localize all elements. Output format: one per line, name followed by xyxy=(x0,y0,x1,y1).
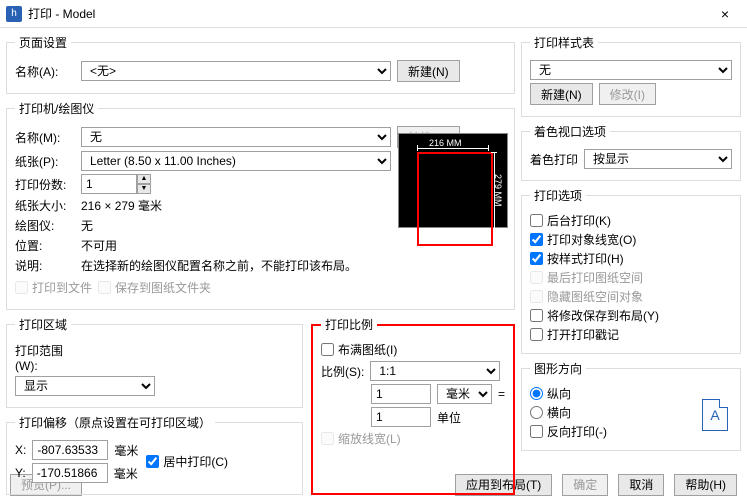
opt-lw-check[interactable]: 打印对象线宽(O) xyxy=(530,231,732,248)
page-setup-legend: 页面设置 xyxy=(15,34,71,51)
copies-input[interactable] xyxy=(81,174,137,194)
desc-label: 说明: xyxy=(15,257,75,274)
help-button[interactable]: 帮助(H) xyxy=(674,474,737,496)
y-input[interactable] xyxy=(32,463,108,483)
paper-label: 纸张(P): xyxy=(15,153,75,170)
y-unit: 毫米 xyxy=(114,465,138,482)
scale-lw-check: 缩放线宽(L) xyxy=(321,430,505,447)
printer-name-label: 名称(M): xyxy=(15,129,75,146)
save-folder-check: 保存到图纸文件夹 xyxy=(98,279,211,296)
opt-style-check[interactable]: 按样式打印(H) xyxy=(530,250,732,267)
print-area-group: 打印区域 打印范围(W): 显示 xyxy=(6,316,303,408)
scale-val2-input[interactable] xyxy=(371,407,431,427)
style-table-group: 打印样式表 无 新建(N) 修改(I) xyxy=(521,34,741,117)
print-scale-group: 打印比例 布满图纸(I) 比例(S): 1:1 毫米 = 单位 缩放线宽(L) xyxy=(311,316,515,495)
range-label: 打印范围(W): xyxy=(15,342,85,373)
orient-legend: 图形方向 xyxy=(530,360,586,377)
preview-top-dim: 216 MM xyxy=(429,138,462,148)
center-check[interactable]: 居中打印(C) xyxy=(146,453,228,470)
range-select[interactable]: 显示 xyxy=(15,376,155,396)
title-bar: h 打印 - Model × xyxy=(0,0,747,28)
fit-check[interactable]: 布满图纸(I) xyxy=(321,341,505,358)
copies-up[interactable]: ▲ xyxy=(137,174,151,184)
area-legend: 打印区域 xyxy=(15,316,71,333)
printer-group: 打印机/绘图仪 名称(M): 无 特性(R) 纸张(P): Letter (8.… xyxy=(6,100,515,310)
orientation-icon: A xyxy=(702,399,728,431)
shade-select[interactable]: 按显示 xyxy=(584,149,732,169)
print-to-file-check: 打印到文件 xyxy=(15,279,92,296)
orientation-group: 图形方向 纵向 横向 反向打印(-) A xyxy=(521,360,741,451)
pagesetup-name-label: 名称(A): xyxy=(15,63,75,80)
app-icon: h xyxy=(6,6,22,22)
eq: = xyxy=(498,387,505,401)
styletable-legend: 打印样式表 xyxy=(530,34,598,51)
plotter-label: 绘图仪: xyxy=(15,217,75,234)
shade-label: 着色打印 xyxy=(530,151,578,168)
page-setup-group: 页面设置 名称(A): <无> 新建(N) xyxy=(6,34,515,94)
x-unit: 毫米 xyxy=(114,442,138,459)
location-value: 不可用 xyxy=(81,237,117,254)
options-legend: 打印选项 xyxy=(530,187,586,204)
preview-right-dim: 279 MM xyxy=(493,174,503,207)
copies-spinner[interactable]: ▲▼ xyxy=(81,174,151,194)
location-label: 位置: xyxy=(15,237,75,254)
x-input[interactable] xyxy=(32,440,108,460)
close-button[interactable]: × xyxy=(709,6,741,22)
papersize-value: 216 × 279 毫米 xyxy=(81,197,162,214)
copies-label: 打印份数: xyxy=(15,176,75,193)
print-offset-group: 打印偏移（原点设置在可打印区域） X: 毫米 Y: 毫米 居中打印(C) xyxy=(6,414,303,495)
opt-bg-check[interactable]: 后台打印(K) xyxy=(530,212,732,229)
desc-value: 在选择新的绘图仪配置名称之前，不能打印该布局。 xyxy=(81,257,357,274)
viewport-legend: 着色视口选项 xyxy=(530,123,610,140)
window-title: 打印 - Model xyxy=(28,5,709,22)
scale-legend: 打印比例 xyxy=(321,316,377,333)
styletable-select[interactable]: 无 xyxy=(530,60,732,80)
ratio-select[interactable]: 1:1 xyxy=(370,361,500,381)
scale-unit1-select[interactable]: 毫米 xyxy=(437,384,492,404)
styletable-new-button[interactable]: 新建(N) xyxy=(530,83,593,105)
offset-legend: 打印偏移（原点设置在可打印区域） xyxy=(15,414,215,431)
cancel-button[interactable]: 取消 xyxy=(618,474,664,496)
print-options-group: 打印选项 后台打印(K) 打印对象线宽(O) 按样式打印(H) 最后打印图纸空间… xyxy=(521,187,741,354)
copies-down[interactable]: ▼ xyxy=(137,184,151,194)
opt-hide-check: 隐藏图纸空间对象 xyxy=(530,288,732,305)
ok-button: 确定 xyxy=(562,474,608,496)
printer-legend: 打印机/绘图仪 xyxy=(15,100,98,117)
x-label: X: xyxy=(15,443,26,457)
scale-val1-input[interactable] xyxy=(371,384,431,404)
opt-paperlast-check: 最后打印图纸空间 xyxy=(530,269,732,286)
viewport-group: 着色视口选项 着色打印按显示 xyxy=(521,123,741,181)
papersize-label: 纸张大小: xyxy=(15,197,75,214)
paper-preview: 216 MM 279 MM xyxy=(398,133,508,228)
opt-save-check[interactable]: 将修改保存到布局(Y) xyxy=(530,307,732,324)
pagesetup-new-button[interactable]: 新建(N) xyxy=(397,60,460,82)
scale-unit2: 单位 xyxy=(437,409,461,426)
pagesetup-name-select[interactable]: <无> xyxy=(81,61,391,81)
printer-name-select[interactable]: 无 xyxy=(81,127,391,147)
styletable-modify-button: 修改(I) xyxy=(599,83,656,105)
paper-select[interactable]: Letter (8.50 x 11.00 Inches) xyxy=(81,151,391,171)
opt-stamp-check[interactable]: 打开打印戳记 xyxy=(530,326,732,343)
plotter-value: 无 xyxy=(81,217,93,234)
ratio-label: 比例(S): xyxy=(321,363,364,380)
y-label: Y: xyxy=(15,466,26,480)
